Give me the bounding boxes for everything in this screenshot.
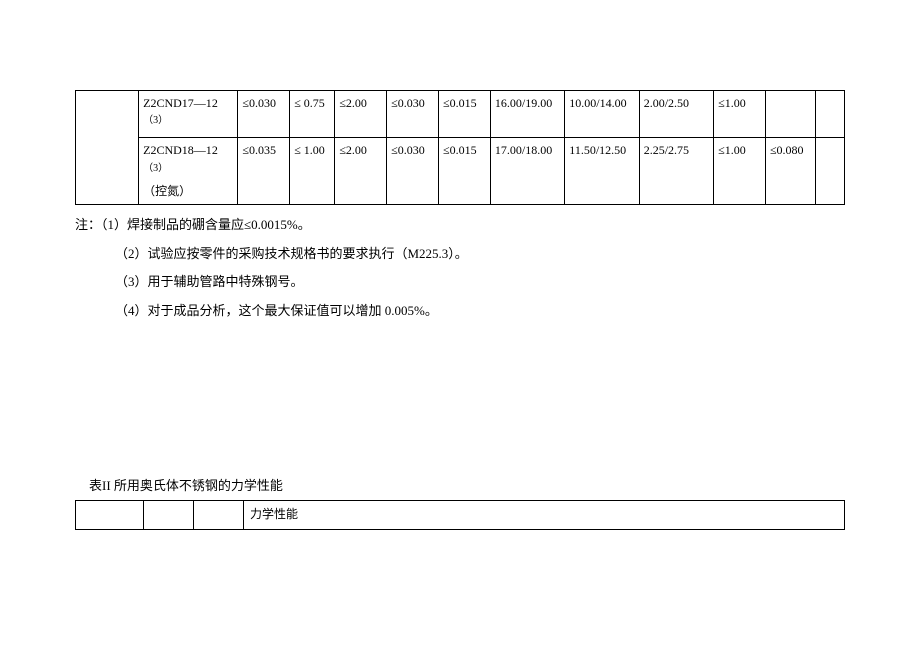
note-item: （3）用于辅助管路中特殊钢号。 <box>75 268 845 297</box>
notes-block: 注：（1）焊接制品的硼含量应≤0.0015%。 （2）试验应按零件的采购技术规格… <box>75 211 845 325</box>
value-cell: 16.00/19.00 <box>490 91 564 138</box>
blank-cell <box>76 501 144 529</box>
value-cell: ≤ 0.75 <box>290 91 335 138</box>
note-item: （4）对于成品分析，这个最大保证值可以增加 0.005%。 <box>75 297 845 326</box>
value-cell: ≤1.00 <box>714 91 766 138</box>
table-chemistry: Z2CND17—12（3） ≤0.030 ≤ 0.75 ≤2.00 ≤0.030… <box>75 90 845 205</box>
table2-caption: 表II 所用奥氏体不锈钢的力学性能 <box>75 475 845 494</box>
table-row: Z2CND17—12（3） ≤0.030 ≤ 0.75 ≤2.00 ≤0.030… <box>76 91 845 138</box>
value-cell: ≤2.00 <box>335 91 387 138</box>
value-cell: ≤2.00 <box>335 138 387 205</box>
value-cell: ≤0.015 <box>439 91 491 138</box>
value-cell: 11.50/12.50 <box>565 138 639 205</box>
table-row: 力学性能 <box>76 501 845 529</box>
note-item: 注：（1）焊接制品的硼含量应≤0.0015%。 <box>75 211 845 240</box>
blank-cell <box>144 501 194 529</box>
material-name-cell: Z2CND18—12（3）（控氮） <box>139 138 238 205</box>
value-cell: ≤1.00 <box>714 138 766 205</box>
value-cell: 2.00/2.50 <box>639 91 713 138</box>
value-cell: 17.00/18.00 <box>490 138 564 205</box>
material-name-cell: Z2CND17—12（3） <box>139 91 238 138</box>
value-cell <box>815 91 844 138</box>
value-cell: ≤0.030 <box>238 91 290 138</box>
blank-cell <box>76 91 139 205</box>
value-cell: ≤0.030 <box>387 138 439 205</box>
blank-cell <box>194 501 244 529</box>
note-item: （2）试验应按零件的采购技术规格书的要求执行（M225.3）。 <box>75 240 845 269</box>
value-cell <box>765 91 815 138</box>
value-cell: ≤0.080 <box>765 138 815 205</box>
header-cell: 力学性能 <box>244 501 845 529</box>
value-cell <box>815 138 844 205</box>
table-row: Z2CND18—12（3）（控氮） ≤0.035 ≤ 1.00 ≤2.00 ≤0… <box>76 138 845 205</box>
table-mechanical: 力学性能 <box>75 500 845 529</box>
value-cell: ≤0.030 <box>387 91 439 138</box>
value-cell: ≤ 1.00 <box>290 138 335 205</box>
value-cell: 2.25/2.75 <box>639 138 713 205</box>
value-cell: ≤0.035 <box>238 138 290 205</box>
value-cell: 10.00/14.00 <box>565 91 639 138</box>
value-cell: ≤0.015 <box>439 138 491 205</box>
